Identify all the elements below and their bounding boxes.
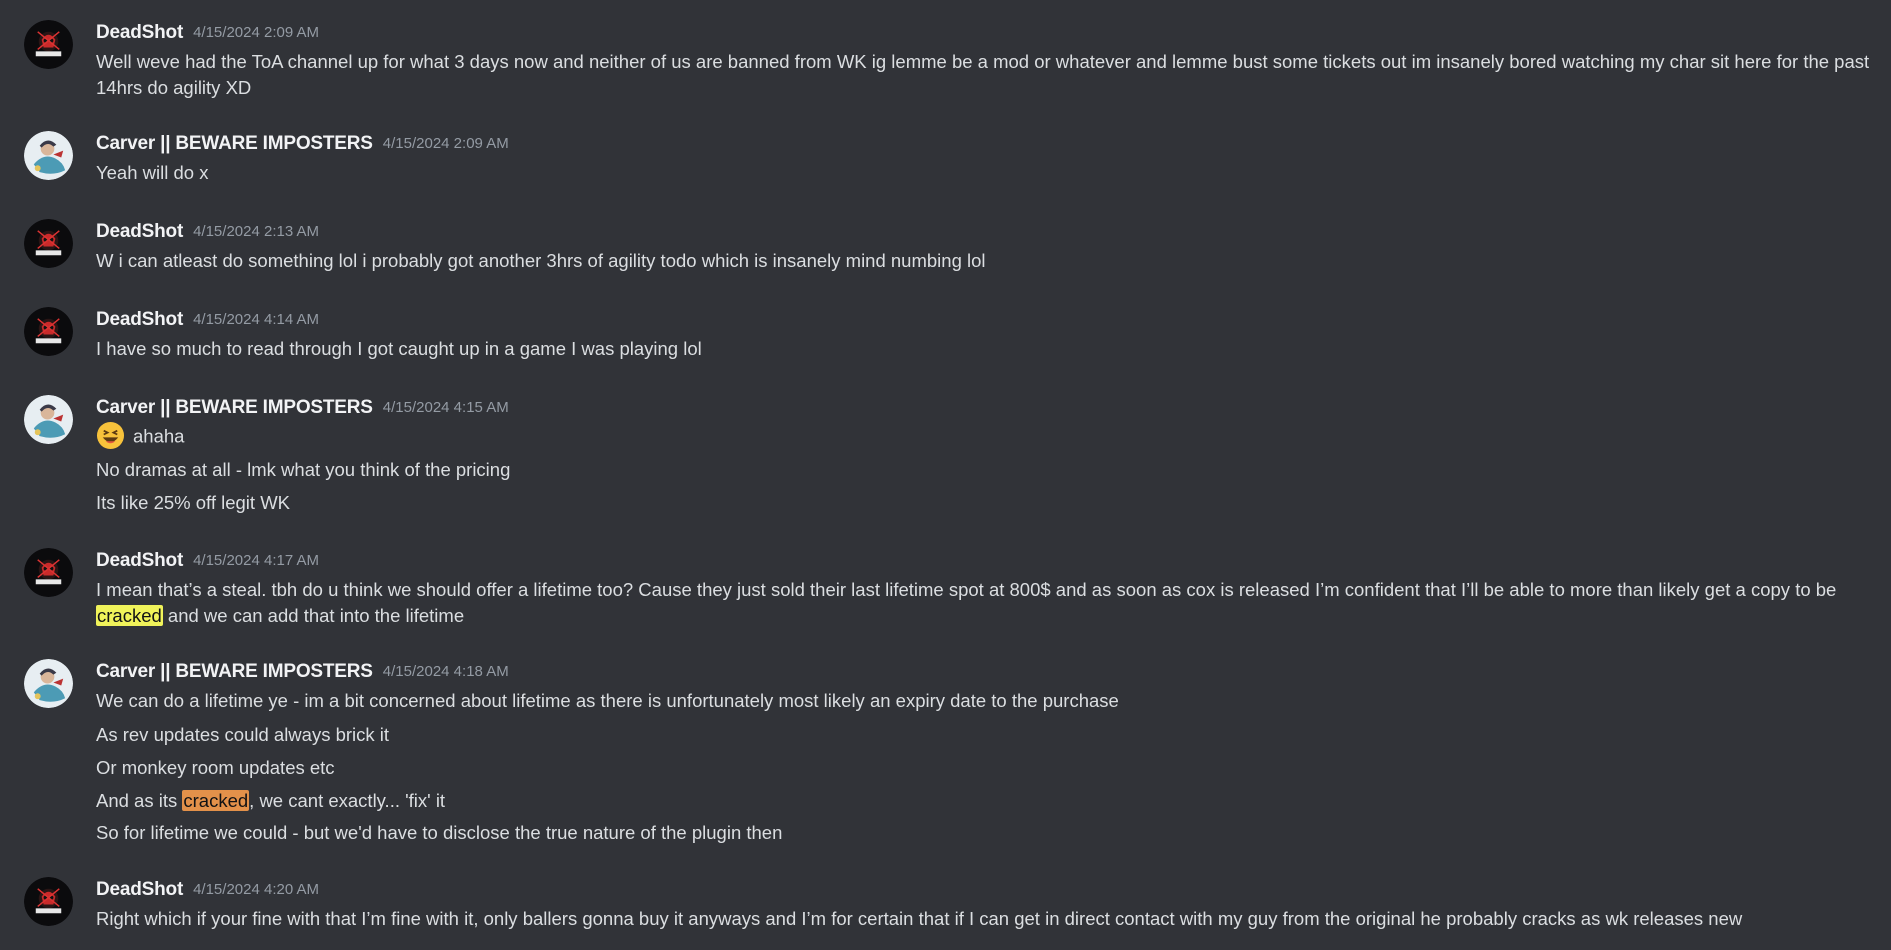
message-header: Carver || BEWARE IMPOSTERS 4/15/2024 4:18…: [96, 659, 509, 685]
message-header: Carver || BEWARE IMPOSTERS 4/15/2024 2:09…: [96, 131, 509, 157]
message-header: DeadShot 4/15/2024 4:14 AM: [96, 307, 319, 333]
message-group: Carver || BEWARE IMPOSTERS 4/15/2024 4:18…: [0, 659, 1891, 849]
search-highlight-active[interactable]: cracked: [182, 790, 250, 811]
timestamp[interactable]: 4/15/2024 2:13 AM: [193, 223, 319, 240]
character-avatar-icon: [24, 395, 73, 444]
username[interactable]: Carver || BEWARE IMPOSTERS: [96, 397, 373, 418]
message-header: DeadShot 4/15/2024 2:13 AM: [96, 219, 319, 245]
message-text: No dramas at all - lmk what you think of…: [96, 459, 511, 480]
avatar-deadshot[interactable]: [24, 307, 73, 356]
message-group: DeadShot 4/15/2024 2:09 AM Well weve had …: [0, 20, 1891, 102]
avatar-carver[interactable]: [24, 395, 73, 444]
message-group: DeadShot 4/15/2024 2:13 AM W i can atleas…: [0, 219, 1891, 274]
avatar-deadshot[interactable]: [24, 219, 73, 268]
message-text: W i can atleast do something lol i proba…: [96, 250, 986, 271]
message-text-inline: ahaha: [133, 425, 185, 447]
message-text: ahaha: [96, 421, 1876, 452]
message-text: Its like 25% off legit WK: [96, 492, 290, 513]
message-group: Carver || BEWARE IMPOSTERS 4/15/2024 2:09…: [0, 131, 1891, 186]
message-text: Right which if your fine with that I’m f…: [96, 908, 1743, 929]
message-text: And as its cracked, we cant exactly... '…: [96, 788, 1876, 814]
message-text: Well weve had the ToA channel up for wha…: [96, 51, 1870, 98]
skull-avatar-icon: [24, 548, 73, 597]
timestamp[interactable]: 4/15/2024 4:15 AM: [383, 399, 509, 416]
message-header: DeadShot 4/15/2024 4:17 AM: [96, 548, 319, 574]
message-header: DeadShot 4/15/2024 2:09 AM: [96, 20, 319, 46]
message-group: Carver || BEWARE IMPOSTERS 4/15/2024 4:15…: [0, 395, 1891, 520]
message-text-after: and we can add that into the lifetime: [162, 605, 465, 626]
avatar-deadshot[interactable]: [24, 20, 73, 69]
timestamp[interactable]: 4/15/2024 2:09 AM: [383, 135, 509, 152]
username[interactable]: Carver || BEWARE IMPOSTERS: [96, 133, 373, 154]
message-text: I mean that’s a steal. tbh do u think we…: [96, 577, 1876, 629]
username[interactable]: DeadShot: [96, 550, 183, 571]
message-text: I have so much to read through I got cau…: [96, 338, 702, 359]
message-group: DeadShot 4/15/2024 4:20 AM Right which if…: [0, 877, 1891, 937]
message-header: DeadShot 4/15/2024 4:20 AM: [96, 877, 319, 903]
search-highlight[interactable]: cracked: [96, 605, 163, 626]
character-avatar-icon: [24, 131, 73, 180]
username[interactable]: Carver || BEWARE IMPOSTERS: [96, 661, 373, 682]
message-group: DeadShot 4/15/2024 4:14 AM I have so much…: [0, 307, 1891, 362]
timestamp[interactable]: 4/15/2024 4:14 AM: [193, 311, 319, 328]
timestamp[interactable]: 4/15/2024 4:18 AM: [383, 663, 509, 680]
message-text: Yeah will do x: [96, 162, 209, 183]
username[interactable]: DeadShot: [96, 221, 183, 242]
message-text-before: And as its: [96, 790, 183, 811]
chat-message-list: DeadShot 4/15/2024 2:09 AM Well weve had …: [0, 0, 1891, 950]
message-header: Carver || BEWARE IMPOSTERS 4/15/2024 4:15…: [96, 395, 509, 421]
skull-avatar-icon: [24, 20, 73, 69]
avatar-deadshot[interactable]: [24, 548, 73, 597]
username[interactable]: DeadShot: [96, 879, 183, 900]
skull-avatar-icon: [24, 877, 73, 926]
avatar-deadshot[interactable]: [24, 877, 73, 926]
skull-avatar-icon: [24, 219, 73, 268]
message-text: As rev updates could always brick it: [96, 724, 390, 745]
message-group: DeadShot 4/15/2024 4:17 AM I mean that’s …: [0, 548, 1891, 630]
avatar-carver[interactable]: [24, 131, 73, 180]
message-text-before: I mean that’s a steal. tbh do u think we…: [96, 579, 1837, 600]
avatar-carver[interactable]: [24, 659, 73, 708]
message-text: Or monkey room updates etc: [96, 757, 335, 778]
timestamp[interactable]: 4/15/2024 4:17 AM: [193, 552, 319, 569]
message-text: So for lifetime we could - but we'd have…: [96, 822, 783, 843]
character-avatar-icon: [24, 659, 73, 708]
message-text: We can do a lifetime ye - im a bit conce…: [96, 690, 1119, 711]
timestamp[interactable]: 4/15/2024 4:20 AM: [193, 881, 319, 898]
username[interactable]: DeadShot: [96, 309, 183, 330]
timestamp[interactable]: 4/15/2024 2:09 AM: [193, 24, 319, 41]
skull-avatar-icon: [24, 307, 73, 356]
message-text-after: , we cant exactly... 'fix' it: [249, 790, 446, 811]
laughing-emoji-icon[interactable]: [96, 421, 125, 450]
username[interactable]: DeadShot: [96, 22, 183, 43]
